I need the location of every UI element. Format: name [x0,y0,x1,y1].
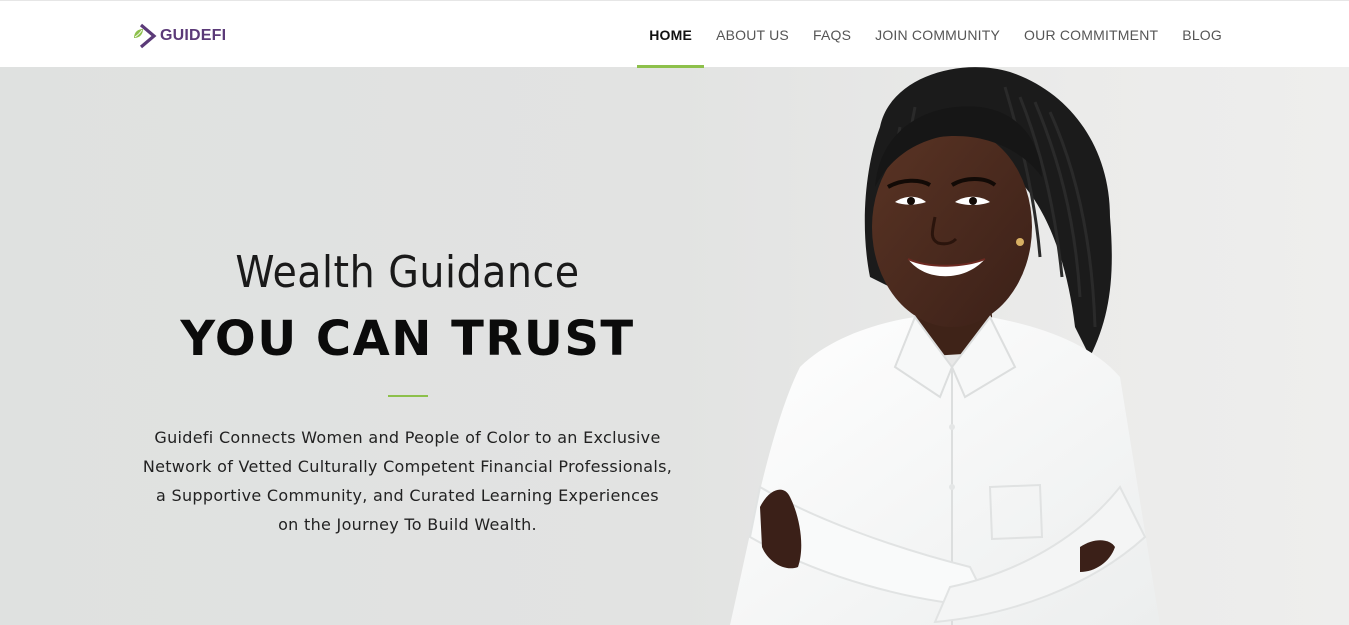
hero-title-light: Wealth Guidance [235,247,580,298]
hero-copy: Wealth Guidance YOU CAN TRUST Guidefi Co… [100,245,715,539]
logo-text: GUIDEFI [160,27,227,44]
nav-item-faqs[interactable]: FAQS [801,1,863,68]
nav-item-blog[interactable]: BLOG [1170,1,1234,68]
logo-link[interactable]: GUIDEFI [132,21,226,51]
hero-divider [387,395,428,397]
nav-item-home[interactable]: HOME [637,1,704,68]
main-nav: HOME ABOUT US FAQS JOIN COMMUNITY OUR CO… [637,1,1234,68]
hero-description-line: Network of Vetted Culturally Competent F… [142,457,673,476]
site-header: GUIDEFI HOME ABOUT US FAQS JOIN COMMUNIT… [0,0,1349,68]
hero-description-line: on the Journey To Build Wealth. [278,515,537,534]
page: GUIDEFI HOME ABOUT US FAQS JOIN COMMUNIT… [0,0,1349,625]
hero-section: Wealth Guidance YOU CAN TRUST Guidefi Co… [0,67,1349,625]
hero-description: Guidefi Connects Women and People of Col… [113,423,703,539]
guidefi-logo-icon [134,23,157,49]
hero-portrait-image [730,67,1160,625]
nav-item-join-community[interactable]: JOIN COMMUNITY [863,1,1012,68]
hero-description-line: a Supportive Community, and Curated Lear… [156,486,659,505]
nav-item-about-us[interactable]: ABOUT US [704,1,801,68]
hero-description-line: Guidefi Connects Women and People of Col… [154,428,661,447]
hero-title-bold: YOU CAN TRUST [180,311,635,367]
nav-item-our-commitment[interactable]: OUR COMMITMENT [1012,1,1170,68]
